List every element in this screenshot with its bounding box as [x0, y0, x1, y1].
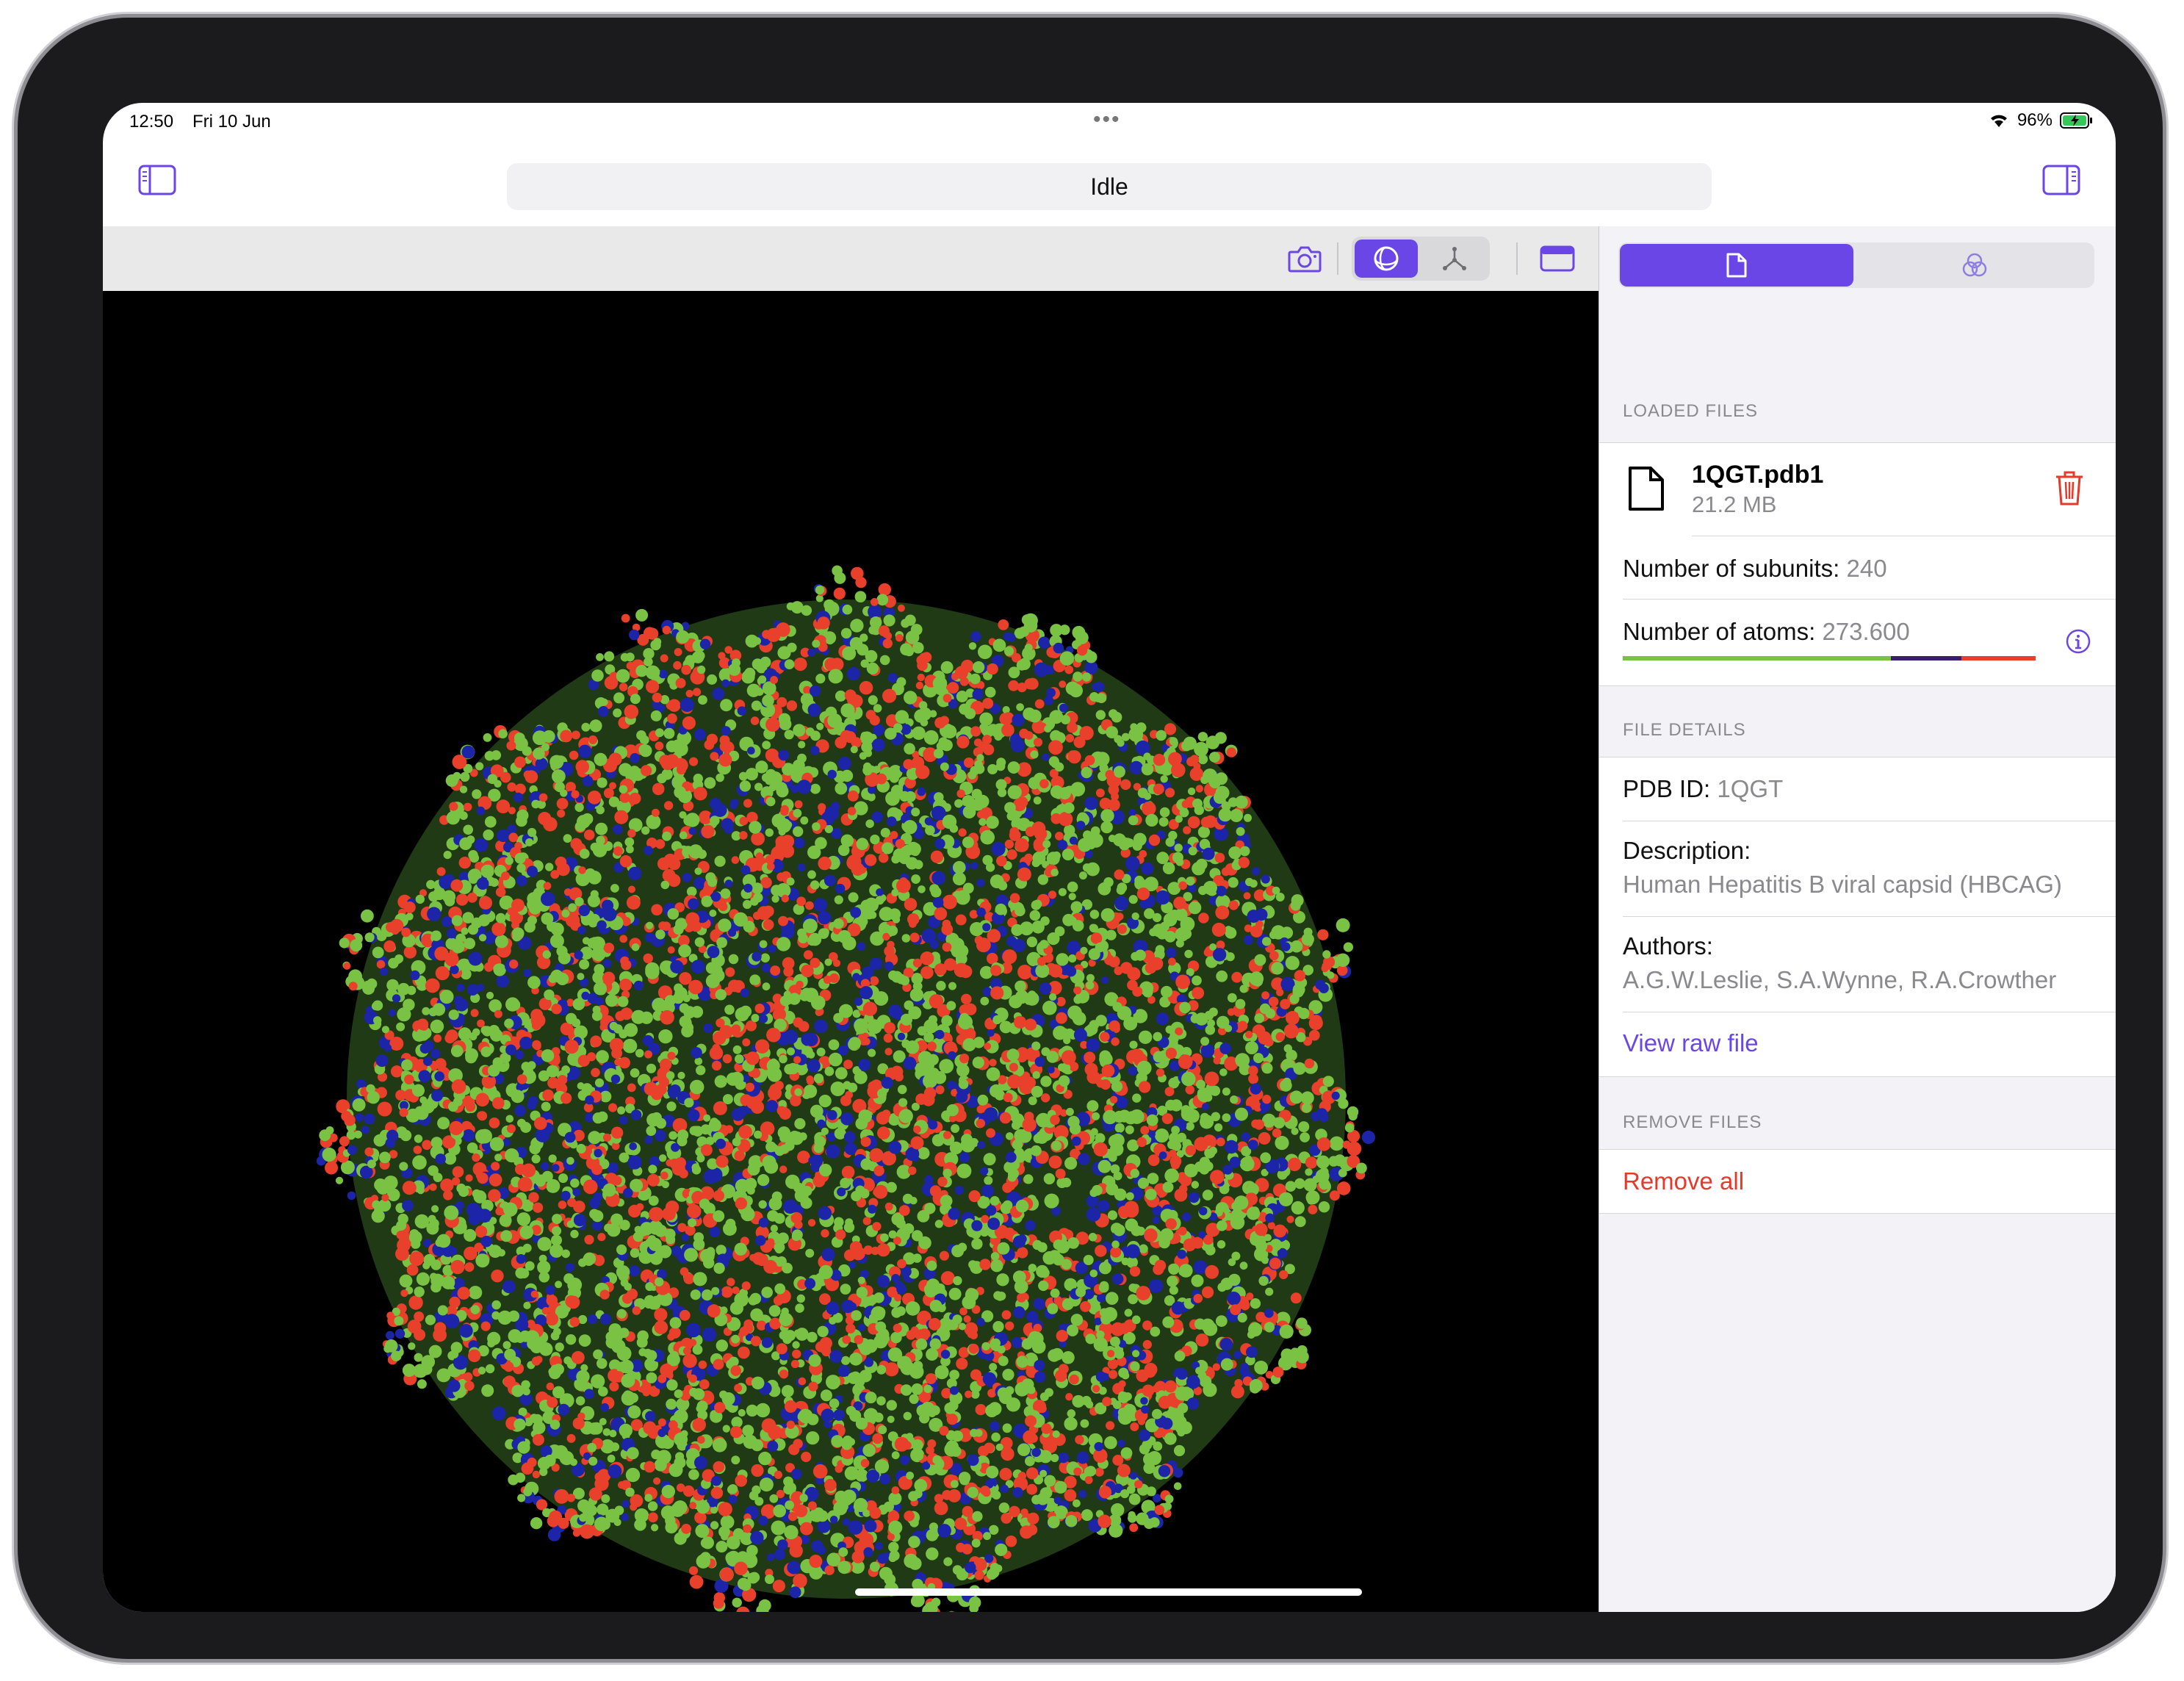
document-icon	[1726, 253, 1747, 278]
ipad-bezel: 12:50 Fri 10 Jun ••• 96% Idle LOADED FIL…	[18, 18, 2163, 1659]
remove-files-header: REMOVE FILES	[1623, 1112, 1762, 1132]
atom-composition-segment	[1891, 656, 1961, 660]
separator	[1623, 916, 2116, 917]
wifi-icon	[1990, 115, 2007, 127]
description-label: Description:	[1623, 837, 1751, 864]
subunits-label: Number of subunits:	[1623, 555, 1840, 582]
subunits-row: Number of subunits: 240	[1623, 555, 1887, 583]
window-icon[interactable]	[1540, 242, 1575, 275]
sphere-icon	[1374, 246, 1399, 271]
navigation-bar: Idle	[103, 147, 2116, 220]
pdb-id-label: PDB ID:	[1623, 775, 1711, 802]
inspector-panel: LOADED FILES 1QGT.pdb1 21.2 MB Number of…	[1599, 226, 2116, 1612]
trash-icon[interactable]	[2055, 469, 2084, 510]
camera-icon[interactable]	[1287, 242, 1322, 275]
remove-files-group: Remove all	[1599, 1149, 2116, 1214]
description-value: Human Hepatitis B viral capsid (HBCAG)	[1623, 871, 2062, 898]
molecule-view-pane	[103, 226, 1599, 1612]
tab-structure[interactable]	[1858, 244, 2091, 287]
atom-composition-segment	[1623, 656, 1892, 660]
home-indicator[interactable]	[855, 1588, 1362, 1596]
atoms-label: Number of atoms:	[1623, 618, 1816, 645]
info-icon[interactable]	[2065, 628, 2091, 658]
page-title: Idle	[1090, 173, 1128, 200]
molecule-3d-viewport[interactable]	[103, 291, 1599, 1612]
separator	[1623, 599, 2116, 600]
file-size: 21.2 MB	[1692, 492, 1777, 517]
tab-files[interactable]	[1620, 244, 1853, 287]
viewer-toolbar	[103, 226, 1599, 292]
overlap-circles-icon	[1962, 253, 1987, 277]
subunits-value: 240	[1846, 555, 1887, 582]
view-raw-file-link[interactable]: View raw file	[1623, 1029, 1759, 1057]
file-name[interactable]: 1QGT.pdb1	[1692, 461, 1823, 489]
battery-percent: 96%	[2017, 110, 2053, 130]
file-icon	[1627, 465, 1665, 516]
atoms-value: 273.600	[1822, 618, 1910, 645]
toolbar-divider	[1516, 242, 1518, 275]
file-details-header: FILE DETAILS	[1623, 720, 1746, 740]
remove-all-button[interactable]: Remove all	[1623, 1167, 1744, 1195]
atom-composition-segment	[1961, 656, 2036, 660]
status-bar: 12:50 Fri 10 Jun ••• 96%	[103, 103, 2116, 147]
sidebar-left-icon[interactable]	[138, 165, 176, 195]
pdb-id-row: PDB ID: 1QGT	[1623, 775, 1783, 803]
authors-value: A.G.W.Leslie, S.A.Wynne, R.A.Crowther	[1623, 966, 2057, 993]
capsid-render	[316, 565, 1375, 1612]
screen: 12:50 Fri 10 Jun ••• 96% Idle LOADED FIL…	[103, 103, 2116, 1612]
status-right: 96%	[1988, 110, 2094, 131]
status-date: Fri 10 Jun	[192, 112, 271, 132]
sidebar-right-icon[interactable]	[2042, 165, 2080, 195]
inspector-tabs[interactable]	[1618, 242, 2094, 288]
molecule-graph-icon	[1443, 247, 1466, 270]
status-title-pill[interactable]: Idle	[507, 163, 1712, 210]
spacefill-mode-button[interactable]	[1355, 240, 1418, 278]
authors-label: Authors:	[1623, 932, 1713, 960]
loaded-files-header: LOADED FILES	[1623, 401, 1759, 421]
file-details-group: PDB ID: 1QGT Description: Human Hepatiti…	[1599, 757, 2116, 1077]
toolbar-divider	[1337, 242, 1338, 275]
pdb-id-value: 1QGT	[1717, 775, 1784, 802]
atom-composition-bar	[1623, 656, 2036, 660]
atoms-row: Number of atoms: 273.600	[1623, 618, 1910, 646]
loaded-files-group: 1QGT.pdb1 21.2 MB Number of subunits: 24…	[1599, 442, 2116, 686]
battery-charging-icon	[2060, 112, 2092, 129]
multitasking-dots-icon[interactable]: •••	[1093, 107, 1121, 132]
render-mode-segmented-control[interactable]	[1352, 237, 1490, 281]
ball-stick-mode-button[interactable]	[1422, 240, 1487, 278]
status-time: 12:50	[129, 112, 174, 132]
